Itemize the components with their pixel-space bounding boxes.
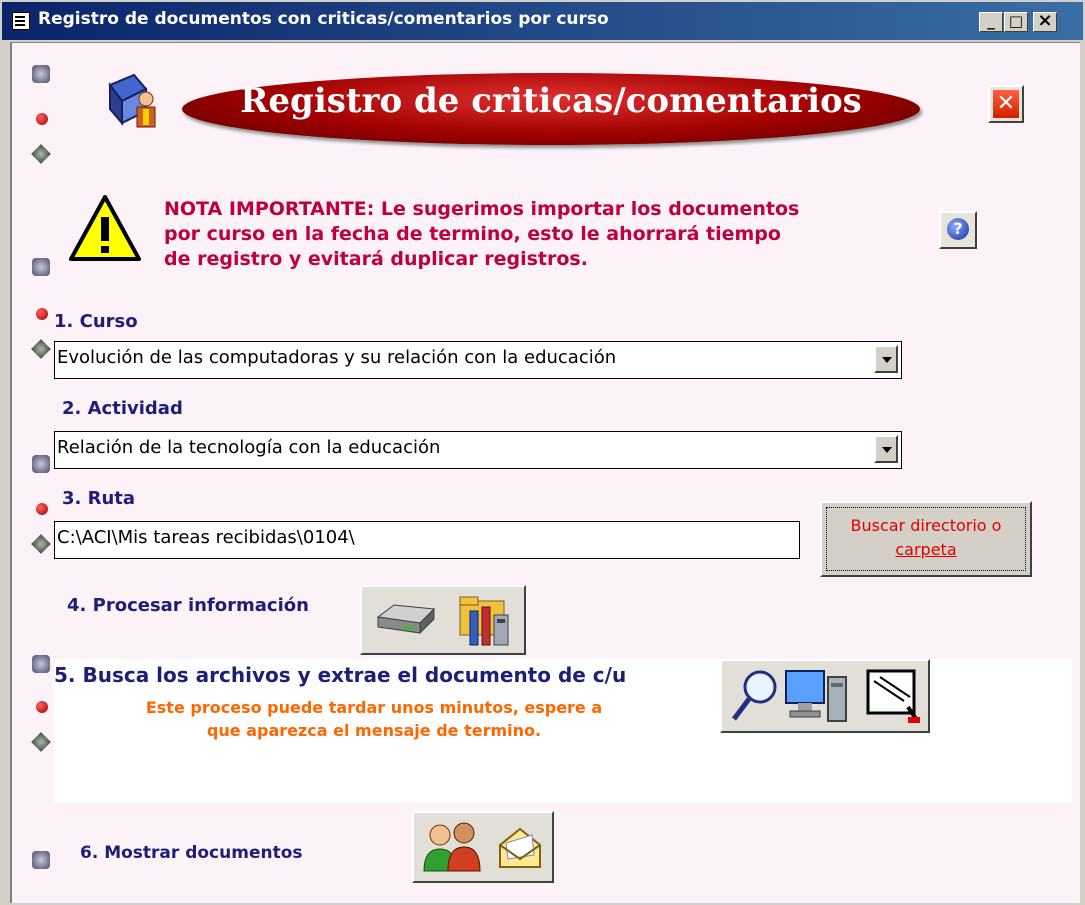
banner-title: Registro de criticas/comentarios [240, 81, 862, 121]
process-button[interactable] [360, 585, 526, 655]
activity-value: Relación de la tecnología con la educaci… [57, 437, 441, 458]
close-icon: ✕ [993, 90, 1019, 118]
note-line: de registro y evitará duplicar registros… [164, 248, 588, 270]
minimize-button[interactable]: _ [979, 12, 1003, 32]
computer-icon [782, 667, 852, 725]
close-window-button[interactable]: × [1033, 12, 1057, 32]
help-icon: ? [947, 218, 969, 240]
maximize-button[interactable]: □ [1004, 12, 1028, 32]
important-note: NOTA IMPORTANTE: Le sugerimos importar l… [164, 197, 799, 272]
books-user-icon [104, 71, 164, 133]
warning-line: que aparezca el mensaje de termino. [206, 721, 542, 740]
title-bar[interactable]: Registro de documentos con criticas/come… [2, 2, 1083, 40]
process-label: 4. Procesar información [67, 595, 309, 616]
form-body: Registro de criticas/comentarios ✕ NOTA … [10, 42, 1080, 903]
process-warning: Este proceso puede tardar unos minutos, … [64, 696, 684, 742]
course-combobox[interactable]: Evolución de las computadoras y su relac… [54, 341, 902, 379]
window-title: Registro de documentos con criticas/come… [38, 9, 609, 29]
activity-label: 2. Actividad [62, 398, 183, 419]
chevron-down-icon[interactable] [874, 345, 898, 373]
warning-icon [67, 193, 143, 263]
course-value: Evolución de las computadoras y su relac… [57, 347, 617, 368]
path-value: C:\ACI\Mis tareas recibidas\0104\ [57, 527, 355, 548]
form-icon[interactable] [12, 12, 30, 30]
search-extract-button[interactable] [720, 659, 930, 733]
application-window: Registro de documentos con criticas/come… [0, 0, 1085, 905]
users-icon [420, 819, 484, 875]
activity-combobox[interactable]: Relación de la tecnología con la educaci… [54, 431, 902, 469]
path-label: 3. Ruta [62, 488, 136, 509]
search-label: 5. Busca los archivos y extrae el docume… [54, 663, 627, 687]
close-form-button[interactable]: ✕ [988, 85, 1024, 123]
browse-label-line: Buscar directorio o [850, 516, 1002, 535]
note-line: NOTA IMPORTANTE: Le sugerimos importar l… [164, 198, 800, 220]
show-documents-button[interactable] [412, 811, 554, 883]
browse-folder-button[interactable]: Buscar directorio o carpeta [820, 501, 1032, 577]
chevron-down-icon[interactable] [874, 435, 898, 463]
path-input[interactable]: C:\ACI\Mis tareas recibidas\0104\ [54, 521, 800, 559]
show-docs-label: 6. Mostrar documentos [80, 843, 303, 863]
note-line: por curso en la fecha de termino, esto l… [164, 223, 781, 245]
course-label: 1. Curso [54, 311, 138, 332]
warning-line: Este proceso puede tardar unos minutos, … [145, 698, 603, 717]
browse-label-line: carpeta [895, 540, 957, 559]
drive-icon [374, 599, 436, 639]
document-pen-icon [864, 667, 924, 727]
open-envelope-icon [494, 823, 544, 873]
help-button[interactable]: ? [939, 211, 977, 249]
folder-tools-icon [456, 593, 516, 649]
magnifier-icon [730, 669, 780, 723]
